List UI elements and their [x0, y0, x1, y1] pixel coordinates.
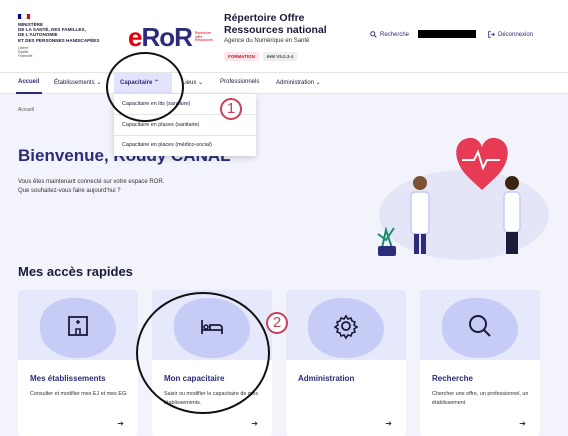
logout-link[interactable]: Déconnexion — [488, 31, 533, 38]
nav-active-underline — [16, 92, 42, 94]
card-title: Recherche — [432, 374, 473, 383]
gear-icon — [333, 314, 359, 340]
environment-badges: FORMATION IHM V5.0.3-4 — [224, 52, 298, 61]
version-badge: IHM V5.0.3-4 — [262, 52, 298, 61]
card-title: Administration — [298, 374, 355, 383]
card-title: Mes établissements — [30, 374, 106, 383]
nav-item-etablissements[interactable]: Établissements ⌄ — [54, 79, 101, 86]
republic-motto: Liberté Égalité Fraternité — [18, 46, 33, 58]
dropdown-item-places-medico-social[interactable]: Capacitaire en places (médico-social) — [122, 142, 212, 148]
nav-item-lieux[interactable]: Lieux ⌄ — [182, 79, 203, 86]
logout-label: Déconnexion — [498, 31, 534, 38]
dropdown-item-places-sanitaire[interactable]: Capacitaire en places (sanitaire) — [122, 122, 199, 128]
search-icon — [469, 315, 491, 337]
doctors-illustration — [377, 137, 549, 260]
quick-card-recherche[interactable]: Recherche Chercher une offre, un profess… — [420, 290, 540, 436]
annotation-number-1: 1 — [220, 98, 242, 120]
marianne-flag-icon — [18, 14, 30, 19]
quick-card-administration[interactable]: Administration ➔ — [286, 290, 406, 436]
arrow-right-icon: ➔ — [385, 419, 392, 428]
breadcrumb[interactable]: Accueil — [18, 107, 34, 113]
header: MINISTÈRE DE LA SANTÉ, DES FAMILLES, DE … — [0, 0, 568, 72]
quick-access-title: Mes accès rapides — [18, 264, 133, 279]
nav-item-professionnels[interactable]: Professionnels — [220, 79, 259, 85]
header-search-link[interactable]: Recherche — [370, 31, 409, 38]
arrow-right-icon: ➔ — [251, 419, 258, 428]
arrow-right-icon: ➔ — [117, 419, 124, 428]
app-title: Répertoire Offre Ressources national — [224, 12, 327, 36]
arrow-right-icon: ➔ — [519, 419, 526, 428]
redacted-username — [418, 30, 476, 38]
dropdown-divider — [114, 135, 256, 136]
search-label: Recherche — [380, 31, 410, 38]
building-icon — [68, 316, 88, 336]
environment-badge: FORMATION — [224, 52, 259, 61]
nav-item-accueil[interactable]: Accueil — [18, 79, 39, 85]
quick-card-etablissements[interactable]: Mes établissements Consulter et modifier… — [18, 290, 138, 436]
annotation-circle-2 — [136, 292, 270, 414]
annotation-circle-1 — [106, 52, 184, 122]
nav-item-administration[interactable]: Administration ⌄ — [276, 79, 321, 86]
welcome-text: Vous êtes maintenant connecté sur votre … — [18, 179, 165, 194]
ministry-name: MINISTÈRE DE LA SANTÉ, DES FAMILLES, DE … — [18, 22, 100, 43]
card-description: Chercher une offre, un professionnel, un… — [432, 391, 529, 406]
ror-logo[interactable]: eRoR Répertoire Offre Ressources — [128, 22, 217, 53]
main-nav: Accueil Établissements ⌄ Capacitaire ⌃ L… — [0, 72, 568, 94]
card-description: Consulter et modifier mes EJ et mes EG. — [30, 391, 128, 397]
logout-icon — [488, 31, 495, 38]
search-icon — [370, 31, 377, 38]
agency-name: Agence du Numérique en Santé — [224, 38, 310, 44]
annotation-number-2: 2 — [266, 312, 288, 334]
